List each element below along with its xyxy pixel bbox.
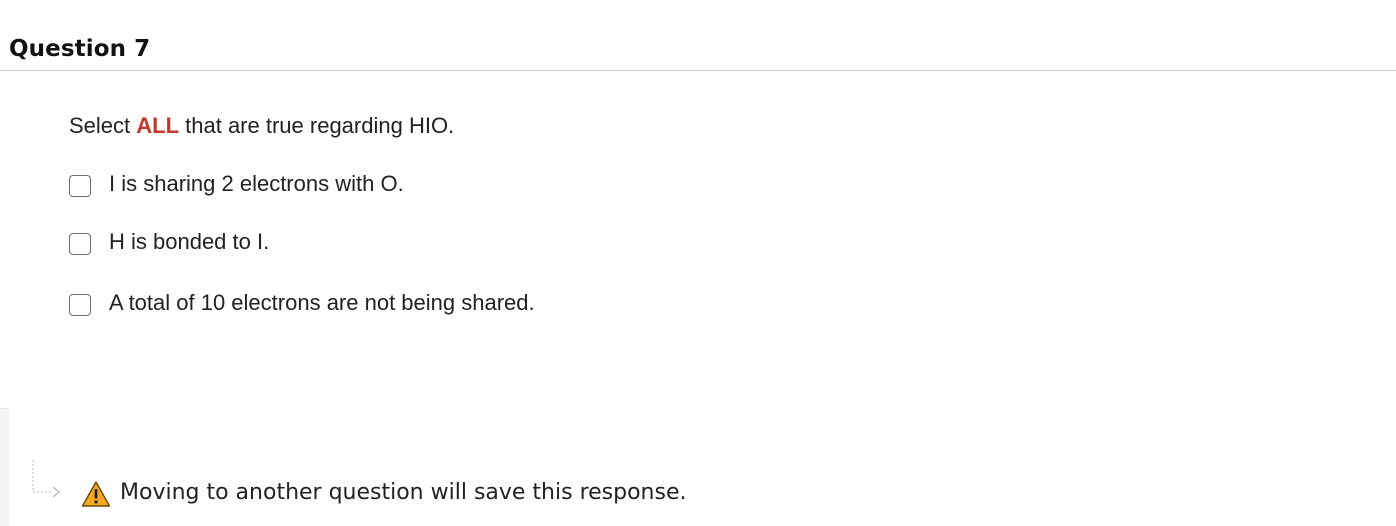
answer-checkbox-2[interactable]	[69, 233, 91, 255]
answer-option-label: A total of 10 electrons are not being sh…	[109, 290, 535, 315]
warning-icon	[81, 480, 111, 513]
prompt-text-after: that are true regarding HIO.	[179, 113, 455, 138]
answer-option-1[interactable]: I is sharing 2 electrons with O.	[69, 171, 404, 197]
answer-option-label: H is bonded to I.	[109, 229, 270, 254]
footer-divider	[0, 408, 9, 409]
prompt-emphasis: ALL	[136, 113, 180, 138]
answer-option-2[interactable]: H is bonded to I.	[69, 229, 269, 255]
answer-option-3[interactable]: A total of 10 electrons are not being sh…	[69, 290, 535, 316]
footer-shade	[0, 408, 9, 526]
question-title: Question 7	[9, 36, 151, 62]
answer-checkbox-3[interactable]	[69, 294, 91, 316]
answer-option-label: I is sharing 2 electrons with O.	[109, 171, 404, 196]
answer-checkbox-1[interactable]	[69, 175, 91, 197]
question-prompt: Select ALL that are true regarding HIO.	[69, 113, 454, 139]
save-notice: Moving to another question will save thi…	[28, 460, 828, 510]
return-arrow-icon	[28, 460, 64, 505]
save-message: Moving to another question will save thi…	[120, 480, 687, 505]
question-header: Question 7	[0, 28, 1396, 71]
prompt-text-before: Select	[69, 113, 137, 138]
